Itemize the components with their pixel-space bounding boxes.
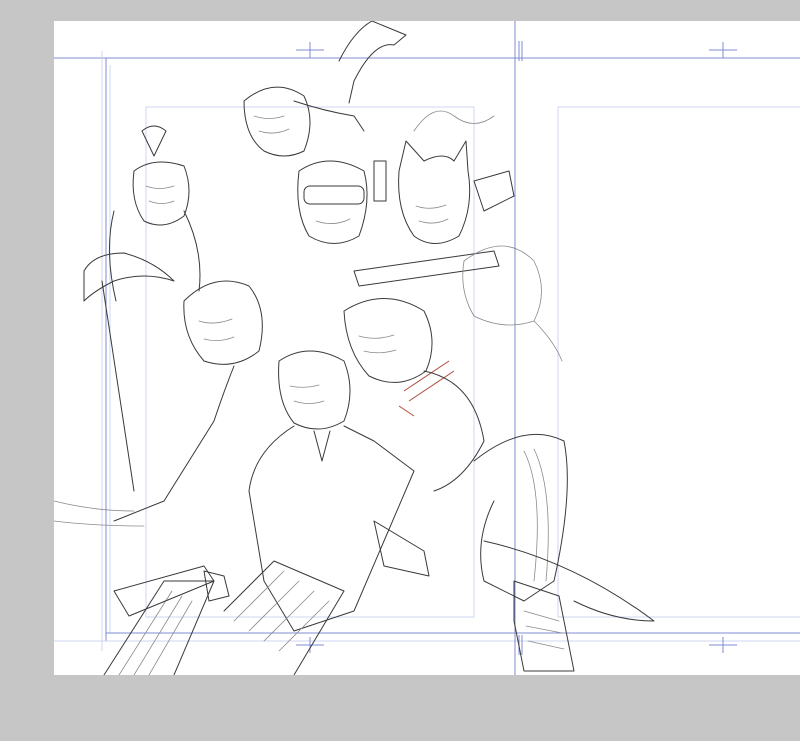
canvas-workspace[interactable] [0, 0, 800, 741]
canvas-page[interactable] [54, 21, 800, 675]
safe-area-left [145, 106, 475, 618]
lineart-layer [54, 21, 800, 675]
crosshair-icon [296, 42, 737, 653]
safe-area-right [557, 106, 800, 618]
workspace-bottom [0, 675, 800, 741]
character-illustration [54, 21, 655, 675]
